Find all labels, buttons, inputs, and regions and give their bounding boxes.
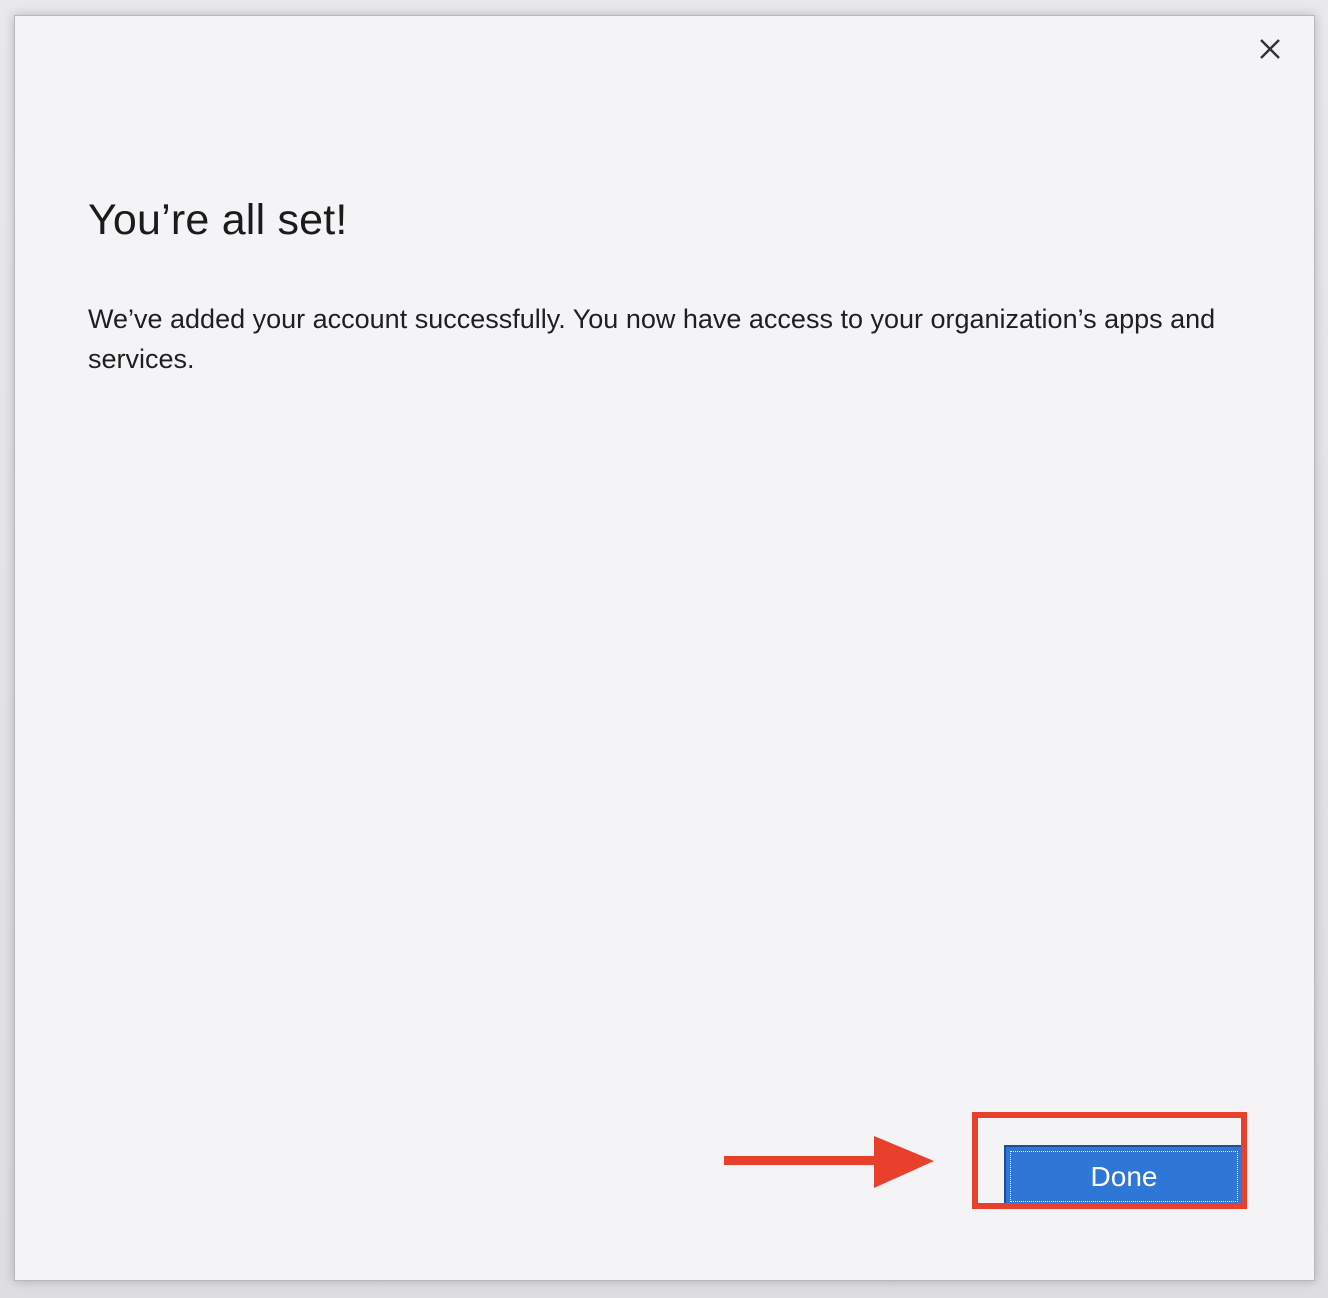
close-button[interactable] (1252, 31, 1288, 67)
dialog-title: You’re all set! (88, 196, 348, 244)
account-added-dialog: You’re all set! We’ve added your account… (14, 15, 1315, 1281)
done-button-highlight (972, 1112, 1247, 1209)
success-message: We’ve added your account successfully. Y… (88, 304, 1216, 374)
arrow-right-icon (724, 1136, 934, 1188)
close-icon (1260, 39, 1280, 59)
